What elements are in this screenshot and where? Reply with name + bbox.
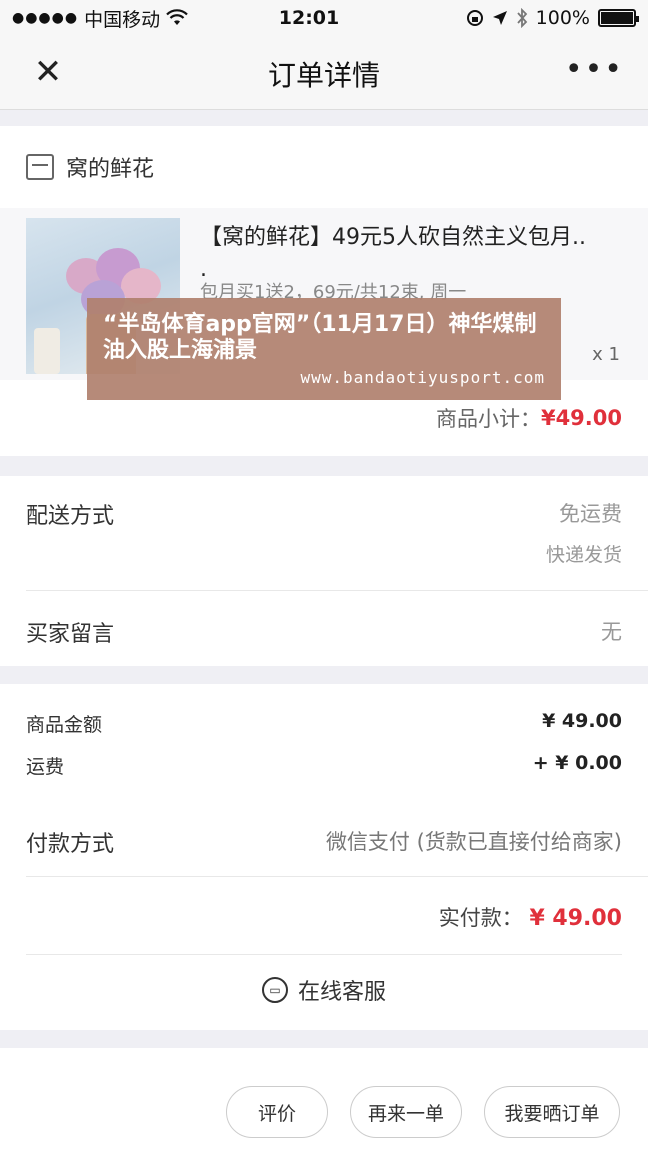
pay-method-label: 付款方式 [26, 832, 115, 857]
customer-service-button[interactable]: ▭ 在线客服 [0, 974, 648, 1006]
carrier-name: 中国移动 [84, 8, 161, 31]
rotation-lock-icon [466, 10, 483, 26]
shipping-label: 运费 [26, 756, 65, 778]
battery-icon [598, 9, 639, 27]
delivery-method: 快递发货 [545, 544, 622, 566]
status-right: 100% [406, 7, 639, 29]
page-title: 订单详情 [267, 59, 380, 92]
location-icon [492, 11, 507, 25]
divider [26, 590, 648, 591]
product-title: 【窝的鲜花】49元5人砍自然主义包月.. . [200, 222, 630, 286]
paid-value: ¥ 49.00 [529, 906, 622, 931]
nav-bar: ✕ 订单详情 ••• [0, 36, 648, 110]
product-title-line: 【窝的鲜花】49元5人砍自然主义包月.. [200, 225, 586, 250]
shop-header[interactable]: 窝的鲜花 [0, 126, 648, 208]
more-icon[interactable]: ••• [565, 52, 624, 87]
action-bar: 评价 再来一单 我要晒订单 [0, 1048, 648, 1152]
wifi-icon [166, 9, 188, 25]
shop-name: 窝的鲜花 [66, 157, 155, 182]
banner-title: “半岛体育app官网”（11月17日）神华煤制油入股上海浦景 [103, 312, 537, 363]
shop-icon [26, 154, 54, 180]
message-value: 无 [601, 620, 622, 644]
subtotal-label: 商品小计： [435, 407, 541, 431]
signal-icon: ●●●●● [12, 10, 79, 26]
status-time: 12:01 [278, 7, 340, 29]
delivery-fee: 免运费 [559, 502, 622, 526]
reorder-button[interactable]: 再来一单 [350, 1086, 462, 1138]
bluetooth-icon [516, 8, 527, 28]
delivery-label: 配送方式 [26, 504, 115, 529]
pay-method-value: 微信支付 (货款已直接付给商家) [325, 830, 622, 854]
divider [26, 876, 648, 877]
goods-amount-label: 商品金额 [26, 714, 103, 736]
banner-url: www.bandaotiyusport.com [300, 368, 545, 387]
status-bar: ●●●●● 中国移动 12:01 100% [0, 0, 648, 36]
message-label: 买家留言 [26, 622, 115, 647]
payment-section: 商品金额 ¥ 49.00 运费 + ¥ 0.00 付款方式 微信支付 (货款已直… [0, 684, 648, 1030]
paid-row: 实付款： ¥ 49.00 [439, 902, 622, 932]
shipping-value: + ¥ 0.00 [532, 752, 622, 774]
chat-icon: ▭ [261, 977, 288, 1003]
review-button[interactable]: 评价 [226, 1086, 328, 1138]
delivery-section: 配送方式 免运费 快递发货 买家留言 无 [0, 476, 648, 666]
subtotal-value: ¥49.00 [540, 406, 622, 430]
goods-amount-value: ¥ 49.00 [542, 710, 622, 732]
share-order-button[interactable]: 我要晒订单 [484, 1086, 620, 1138]
divider [26, 954, 622, 955]
battery-percent: 100% [535, 7, 590, 29]
ad-banner[interactable]: “半岛体育app官网”（11月17日）神华煤制油入股上海浦景 www.banda… [87, 298, 561, 400]
paid-label: 实付款： [438, 906, 523, 930]
customer-service-label: 在线客服 [297, 980, 386, 1005]
product-quantity: x 1 [592, 344, 620, 365]
